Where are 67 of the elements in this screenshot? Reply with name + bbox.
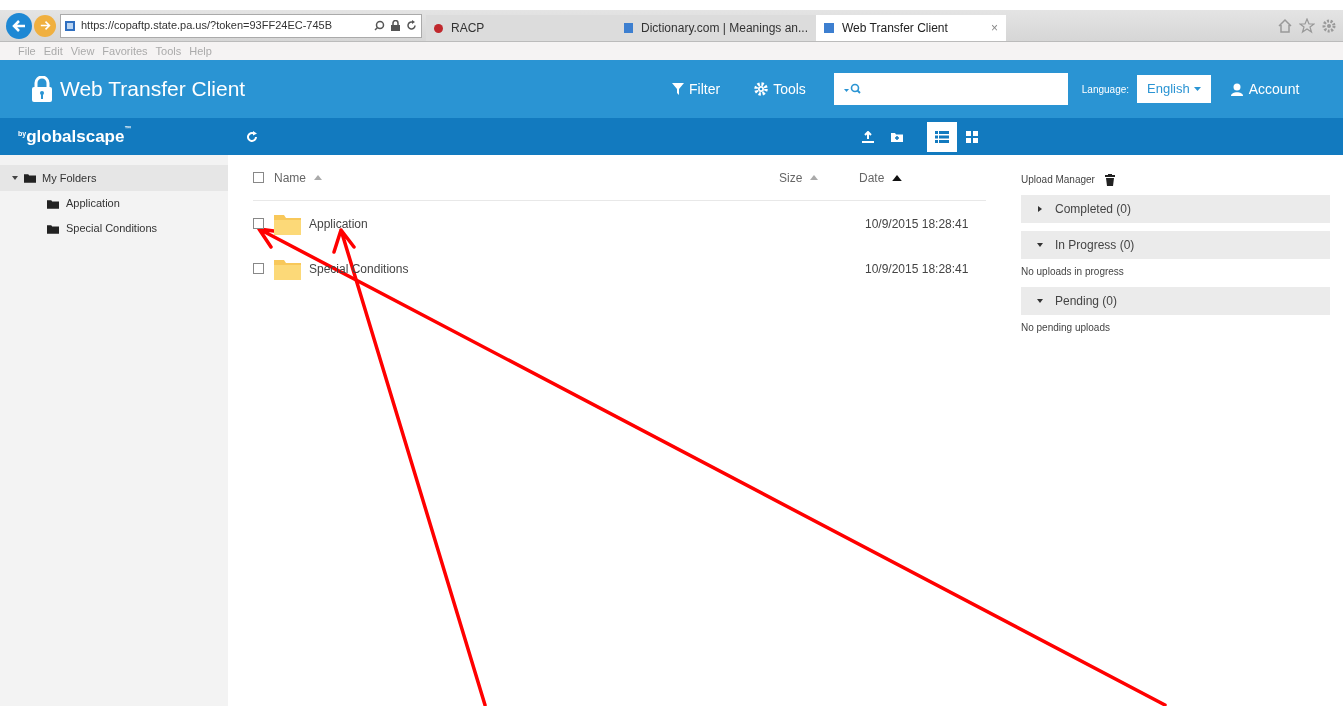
gear-icon: [754, 82, 769, 96]
tree-item[interactable]: My Folders: [0, 165, 228, 191]
row-checkbox[interactable]: [253, 218, 264, 229]
search-icon: [843, 83, 862, 95]
column-header[interactable]: Date: [859, 168, 885, 187]
account-button[interactable]: Account: [1230, 78, 1300, 100]
browser-tab[interactable]: Dictionary.com | Meanings an...: [616, 15, 816, 41]
column-header[interactable]: Name: [274, 168, 306, 187]
section-header[interactable]: In Progress (0): [1021, 231, 1330, 259]
filter-button[interactable]: Filter: [672, 78, 721, 100]
folder-icon: [274, 212, 301, 235]
refresh-icon[interactable]: [406, 20, 417, 31]
list-view-button[interactable]: [927, 121, 957, 152]
forward-button[interactable]: [34, 14, 56, 37]
file-date: 10/9/2015 18:28:41: [864, 260, 969, 278]
list-icon: [935, 130, 949, 143]
browser-tab[interactable]: RACP: [426, 15, 616, 41]
caret-icon: [1193, 87, 1201, 91]
star-icon[interactable]: [1299, 17, 1315, 34]
file-name[interactable]: Application: [309, 214, 779, 233]
page-icon: [824, 23, 834, 33]
tree-item[interactable]: Special Conditions: [0, 216, 228, 241]
row-checkbox[interactable]: [253, 263, 264, 274]
caret-icon: [1037, 298, 1043, 304]
address-bar[interactable]: https://copaftp.state.pa.us/?token=93FF24EC-745B: [60, 13, 422, 38]
search-field[interactable]: [833, 73, 1068, 105]
upload-icon[interactable]: [862, 130, 874, 143]
url-text: https://copaftp.state.pa.us/?token=93FF24EC-745B: [81, 18, 333, 34]
status-message: No pending uploads: [1021, 321, 1111, 335]
language-label: Language:: [1081, 82, 1130, 97]
page-icon: [65, 20, 75, 31]
site-icon: [434, 23, 443, 33]
file-date: 10/9/2015 18:28:41: [864, 215, 969, 233]
browser-tab[interactable]: Web Transfer Client ×: [816, 15, 1006, 41]
caret-icon: [1037, 206, 1043, 212]
trash-icon[interactable]: [1104, 173, 1115, 186]
back-button[interactable]: [6, 12, 32, 39]
home-icon[interactable]: [1277, 17, 1293, 34]
folder-icon: [24, 173, 36, 183]
app-title: Web Transfer Client: [60, 76, 246, 103]
panel-title: Upload Manager: [1021, 173, 1095, 187]
arrow-right-icon: [39, 20, 51, 31]
section-header[interactable]: Pending (0): [1021, 287, 1330, 315]
select-all-checkbox[interactable]: [253, 172, 264, 183]
close-icon[interactable]: ×: [991, 19, 998, 37]
language-dropdown[interactable]: English: [1137, 75, 1211, 103]
tools-button[interactable]: Tools: [754, 78, 806, 100]
grid-icon: [966, 130, 978, 143]
settings-icon[interactable]: [1321, 17, 1337, 34]
folder-icon: [274, 257, 301, 280]
filter-icon: [672, 83, 684, 95]
section-header[interactable]: Completed (0): [1021, 195, 1330, 223]
page-icon: [624, 23, 634, 33]
person-icon: [1230, 82, 1243, 96]
tree-item[interactable]: Application: [0, 191, 228, 216]
arrow-left-icon: [12, 18, 26, 33]
search-icon: [374, 20, 385, 31]
folder-icon: [47, 198, 59, 209]
caret-icon: [12, 175, 18, 181]
lock-icon: [391, 20, 400, 31]
status-message: No uploads in progress: [1021, 265, 1125, 279]
caret-icon: [1037, 242, 1043, 248]
new-folder-icon[interactable]: [891, 131, 903, 142]
lock-icon: [32, 76, 52, 102]
column-header[interactable]: Size: [779, 168, 803, 187]
folder-icon: [47, 223, 59, 234]
sort-arrow-icon[interactable]: [892, 174, 903, 181]
